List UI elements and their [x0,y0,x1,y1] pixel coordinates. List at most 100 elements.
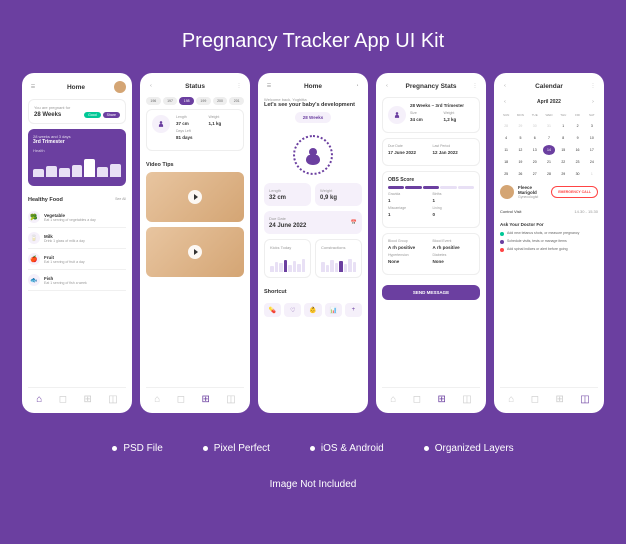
nav-stats-icon[interactable]: ⊞ [201,394,209,405]
cal-day[interactable]: 1 [586,169,598,179]
week-pill-active[interactable]: 198 [179,97,194,105]
nav-calendar-icon[interactable]: ◫ [108,394,117,405]
cal-day[interactable]: 3 [586,121,598,131]
cal-day[interactable]: 30 [571,169,583,179]
back-icon[interactable]: ‹ [146,81,156,91]
length-label: Length [269,188,306,193]
cal-day[interactable]: 29 [514,121,526,131]
more-icon[interactable]: ⋮ [470,81,480,91]
screen-title: Home [274,83,352,90]
nav-chat-icon[interactable]: ◻ [59,394,67,405]
cal-day[interactable]: 8 [557,133,569,143]
avatar[interactable] [114,81,126,93]
food-item[interactable]: 🐟FishEat 1 serving of fish a week [28,270,126,291]
nav-home-icon[interactable]: ⌂ [390,394,396,405]
fruit-icon: 🍎 [28,253,40,265]
days-left-label: Days Left [176,129,206,133]
cal-day[interactable]: 10 [586,133,598,143]
cal-day[interactable]: 13 [529,145,541,155]
nav-home-icon[interactable]: ⌂ [508,394,514,405]
emergency-call-button[interactable]: EMERGENCY CALL [551,186,598,198]
nav-chat-icon[interactable]: ◻ [531,394,539,405]
due-date-card: Due Date24 June 2022 📅 [264,211,362,234]
cal-day[interactable]: 5 [514,133,526,143]
fetus-icon [152,115,170,133]
back-icon[interactable]: ‹ [500,81,510,91]
cal-day[interactable]: 21 [543,157,555,167]
nav-calendar-icon[interactable]: ◫ [580,394,589,405]
video-thumbnail[interactable] [146,227,244,277]
feature-item: PSD File [112,443,162,454]
cal-day[interactable]: 15 [557,145,569,155]
share-button[interactable]: Share [103,112,120,118]
ask-list: Add new tetanus shots, or measure pregna… [500,231,598,255]
shortcut-pill-icon[interactable]: 💊 [264,303,281,317]
cal-day[interactable]: 11 [500,145,512,155]
nav-calendar-icon[interactable]: ◫ [226,394,235,405]
week-selector[interactable]: 196 197 198 199 200 201 [146,97,244,105]
nav-stats-icon[interactable]: ⊞ [83,394,91,405]
cal-day[interactable]: 29 [557,169,569,179]
cal-day[interactable]: 23 [571,157,583,167]
nav-stats-icon[interactable]: ⊞ [555,394,563,405]
cal-day[interactable]: 4 [500,133,512,143]
week-pill[interactable]: 199 [196,97,211,105]
cal-day[interactable]: 27 [529,169,541,179]
food-item[interactable]: 🥛MilkDrink 1 glass of milk a day [28,228,126,249]
cal-day[interactable]: 19 [514,157,526,167]
menu-icon[interactable]: ☰ [264,81,274,91]
cal-day[interactable]: 25 [500,169,512,179]
cal-day[interactable]: 22 [557,157,569,167]
nav-stats-icon[interactable]: ⊞ [437,394,445,405]
nav-home-icon[interactable]: ⌂ [154,394,160,405]
cal-day[interactable]: 17 [586,145,598,155]
bell-icon[interactable]: ◔ [352,81,362,91]
week-pill[interactable]: 200 [213,97,228,105]
shortcut-heart-icon[interactable]: ♡ [284,303,301,317]
cal-day[interactable]: 26 [514,169,526,179]
cal-day[interactable]: 2 [571,121,583,131]
cal-day[interactable]: 30 [529,121,541,131]
nav-calendar-icon[interactable]: ◫ [462,394,471,405]
menu-icon[interactable]: ☰ [28,82,38,92]
screen-title: Status [156,83,234,90]
food-item[interactable]: 🥦VegetableEat 1 serving of vegetables a … [28,207,126,228]
hypertension-label: Hypertension [388,253,430,257]
cal-day[interactable]: 28 [500,121,512,131]
more-icon[interactable]: ⋮ [588,81,598,91]
nav-home-icon[interactable]: ⌂ [36,394,42,405]
next-month-icon[interactable]: › [588,97,598,107]
size-value: 34 cm [410,117,441,122]
cal-day[interactable]: 20 [529,157,541,167]
week-pill[interactable]: 197 [163,97,178,105]
cal-day[interactable]: 31 [543,121,555,131]
more-icon[interactable]: ⋮ [234,81,244,91]
cal-day-selected[interactable]: 14 [543,145,555,155]
back-icon[interactable]: ‹ [382,81,392,91]
cal-day[interactable]: 18 [500,157,512,167]
healthy-food-title: Healthy Food [28,197,63,203]
cal-day[interactable]: 28 [543,169,555,179]
shortcut-baby-icon[interactable]: 👶 [304,303,321,317]
cal-day[interactable]: 16 [571,145,583,155]
prev-month-icon[interactable]: ‹ [500,97,510,107]
cal-day[interactable]: 9 [571,133,583,143]
video-thumbnail[interactable] [146,172,244,222]
week-pill[interactable]: 196 [146,97,161,105]
calendar-icon: 📅 [351,220,357,226]
food-item[interactable]: 🍎FruitEat 1 serving of fruit a day [28,249,126,270]
see-all-link[interactable]: See All [115,197,126,201]
cal-day[interactable]: 1 [557,121,569,131]
shortcut-chart-icon[interactable]: 📊 [325,303,342,317]
cal-day[interactable]: 12 [514,145,526,155]
kicks-card[interactable]: Kicks Today [264,239,311,278]
nav-chat-icon[interactable]: ◻ [177,394,185,405]
shortcut-more-icon[interactable]: + [345,303,362,317]
send-message-button[interactable]: SEND MESSAGE [382,285,480,300]
cal-day[interactable]: 6 [529,133,541,143]
cal-day[interactable]: 24 [586,157,598,167]
week-pill[interactable]: 201 [229,97,244,105]
cal-day[interactable]: 7 [543,133,555,143]
nav-chat-icon[interactable]: ◻ [413,394,421,405]
contractions-card[interactable]: Constractions [315,239,362,278]
